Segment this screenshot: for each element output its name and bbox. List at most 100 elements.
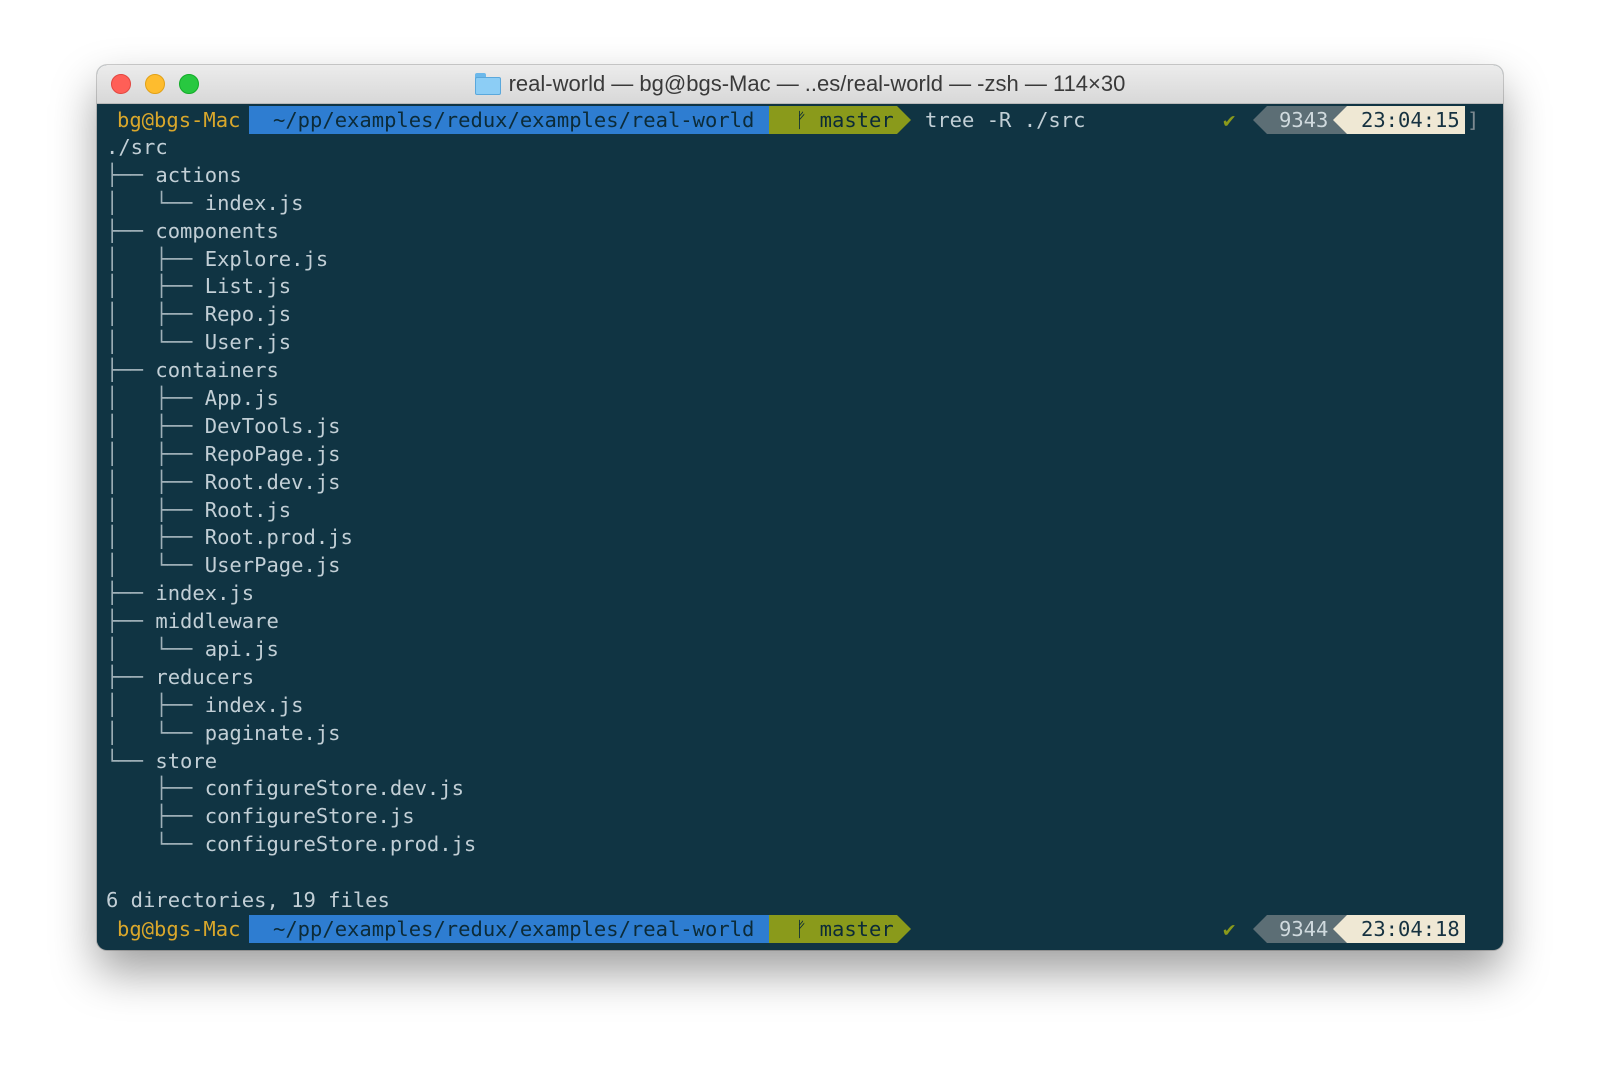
prompt-time: 23:04:15 (1347, 106, 1465, 134)
tree-entry-name: store (155, 748, 218, 773)
tree-line: ├── actions (97, 162, 1503, 190)
tree-branch-glyphs: │ ├── (106, 441, 205, 466)
tree-branch-glyphs: │ ├── (106, 469, 205, 494)
terminal-content[interactable]: [ bg@bgs-Mac ~/pp/examples/redux/example… (97, 106, 1503, 943)
tree-entry-name: api.js (204, 637, 279, 662)
tree-entry-name: configureStore.js (204, 804, 415, 829)
tree-line: │ ├── Root.prod.js (97, 524, 1503, 552)
tree-line: │ ├── Explore.js (97, 246, 1503, 274)
prompt-line-1: [ bg@bgs-Mac ~/pp/examples/redux/example… (97, 106, 1503, 134)
tree-entry-name: actions (155, 162, 242, 187)
tree-entry-name: containers (155, 358, 279, 383)
tree-branch-glyphs: │ ├── (106, 497, 205, 522)
tree-entry-name: User.js (204, 330, 292, 355)
branch-name: master (819, 108, 894, 132)
tree-line: ├── reducers (97, 664, 1503, 692)
tree-entry-name: configureStore.dev.js (204, 776, 464, 801)
tree-summary: 6 directories, 19 files (106, 888, 390, 913)
tree-entry-name: Repo.js (204, 302, 292, 327)
tree-branch-glyphs: │ └── (106, 637, 205, 662)
tree-branch-glyphs: ├── (106, 358, 156, 383)
tree-line: ├── index.js (97, 580, 1503, 608)
prompt-line-2: bg@bgs-Mac ~/pp/examples/redux/examples/… (97, 914, 1503, 943)
tree-line: │ ├── Root.dev.js (97, 469, 1503, 497)
tree-entry-name: Root.js (204, 497, 292, 522)
tree-entry-name: List.js (204, 274, 292, 299)
window-title: real-world — bg@bgs-Mac — ..es/real-worl… (508, 71, 1126, 96)
prompt-command: tree -R ./src (925, 108, 1086, 132)
tree-line: ├── containers (97, 357, 1503, 385)
tree-line: │ ├── Repo.js (97, 301, 1503, 329)
branch-name: master (819, 916, 894, 941)
terminal-window: real-world — bg@bgs-Mac — ..es/real-worl… (97, 65, 1503, 950)
tree-branch-glyphs: │ ├── (106, 302, 205, 327)
tree-branch-glyphs: ├── (106, 776, 205, 801)
git-branch-icon: ᚠ (795, 916, 808, 941)
tree-branch-glyphs: ├── (106, 162, 156, 187)
tree-branch-glyphs: │ └── (106, 720, 205, 745)
tree-branch-glyphs: ├── (106, 218, 156, 243)
tree-output: ./src ├── actions │ └── index.js ├── compon… (97, 134, 1503, 859)
tree-entry-name: Root.dev.js (204, 469, 341, 494)
tree-line: │ └── UserPage.js (97, 552, 1503, 580)
prompt-time: 23:04:18 (1347, 914, 1465, 943)
tree-line: ├── middleware (97, 608, 1503, 636)
tree-line: │ ├── index.js (97, 692, 1503, 720)
tree-branch-glyphs: │ └── (106, 190, 205, 215)
tree-branch-glyphs: └── (106, 748, 156, 773)
tree-line: │ └── paginate.js (97, 720, 1503, 748)
tree-branch-glyphs: │ ├── (106, 413, 205, 438)
prompt-git-branch: ᚠ master (769, 914, 897, 943)
prompt-bracket-close: ] (1467, 108, 1480, 132)
tree-line: │ ├── DevTools.js (97, 413, 1503, 441)
prompt-path: ~/pp/examples/redux/examples/real-world (249, 914, 769, 943)
tree-line: │ ├── App.js (97, 385, 1503, 413)
tree-entry-name: index.js (204, 692, 304, 717)
status-ok-icon: ✔ (1223, 108, 1236, 132)
tree-entry-name: App.js (204, 386, 279, 411)
tree-line: └── configureStore.prod.js (97, 831, 1503, 859)
title-bar[interactable]: real-world — bg@bgs-Mac — ..es/real-worl… (97, 65, 1503, 104)
git-branch-icon: ᚠ (795, 108, 808, 132)
tree-entry-name: ./src (106, 135, 168, 159)
tree-entry-name: UserPage.js (204, 553, 341, 578)
tree-branch-glyphs: ├── (106, 664, 156, 689)
tree-line: │ └── api.js (97, 636, 1503, 664)
tree-branch-glyphs: │ └── (106, 330, 205, 355)
tree-branch-glyphs: ├── (106, 609, 156, 634)
tree-entry-name: index.js (204, 190, 304, 215)
tree-entry-name: DevTools.js (204, 413, 341, 438)
tree-entry-name: reducers (155, 664, 255, 689)
tree-entry-name: components (155, 218, 279, 243)
tree-entry-name: middleware (155, 609, 279, 634)
tree-branch-glyphs: ├── (106, 804, 205, 829)
tree-line: └── store (97, 748, 1503, 776)
tree-line: ./src (97, 134, 1503, 162)
tree-branch-glyphs: ├── (106, 581, 156, 606)
prompt-git-branch: ᚠ master (769, 106, 897, 134)
prompt-path: ~/pp/examples/redux/examples/real-world (249, 106, 769, 134)
prompt-user: bg@bgs-Mac (97, 106, 249, 134)
tree-entry-name: index.js (155, 581, 255, 606)
folder-icon (474, 72, 501, 95)
tree-entry-name: RepoPage.js (204, 441, 341, 466)
tree-line: ├── components (97, 218, 1503, 246)
window-title-area: real-world — bg@bgs-Mac — ..es/real-worl… (97, 65, 1503, 103)
tree-branch-glyphs: └── (106, 832, 205, 857)
tree-branch-glyphs: │ ├── (106, 274, 205, 299)
tree-entry-name: paginate.js (204, 720, 341, 745)
tree-branch-glyphs: │ ├── (106, 692, 205, 717)
tree-line: │ ├── RepoPage.js (97, 441, 1503, 469)
tree-line: ├── configureStore.dev.js (97, 775, 1503, 803)
tree-line: │ └── User.js (97, 329, 1503, 357)
tree-branch-glyphs: │ ├── (106, 525, 205, 550)
status-ok-icon: ✔ (1223, 916, 1236, 941)
tree-line: │ ├── Root.js (97, 497, 1503, 525)
tree-entry-name: configureStore.prod.js (204, 832, 477, 857)
tree-branch-glyphs: │ ├── (106, 386, 205, 411)
tree-entry-name: Root.prod.js (204, 525, 353, 550)
tree-branch-glyphs: │ └── (106, 553, 205, 578)
tree-line: ├── configureStore.js (97, 803, 1503, 831)
tree-entry-name: Explore.js (204, 246, 329, 271)
